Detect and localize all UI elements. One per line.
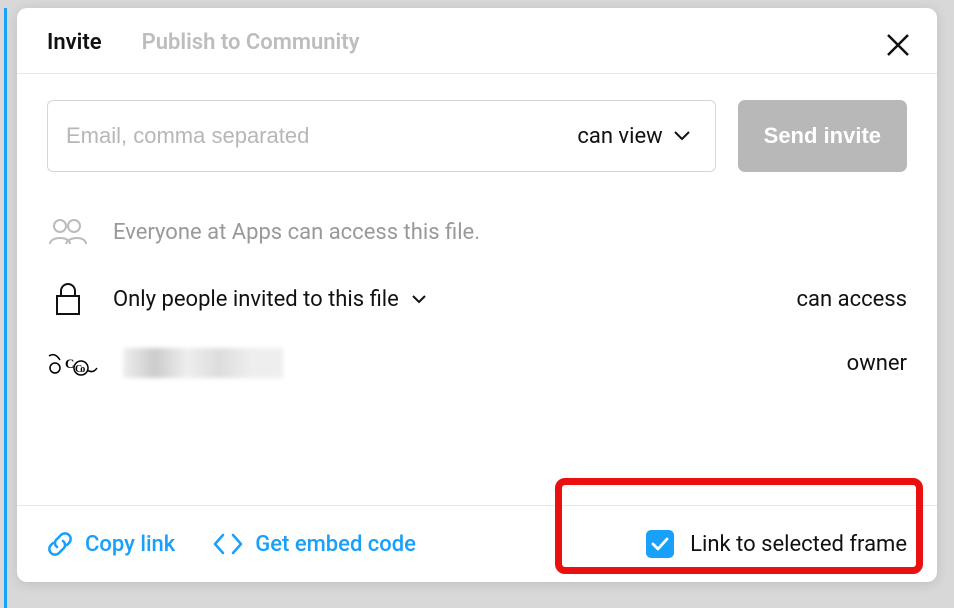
embed-label: Get embed code — [255, 532, 416, 557]
user-role: owner — [847, 351, 907, 376]
lock-icon — [54, 282, 82, 316]
tab-publish[interactable]: Publish to Community — [142, 30, 360, 55]
avatar: C Co — [47, 348, 99, 378]
scope-label: Only people invited to this file — [113, 287, 399, 312]
copy-link-label: Copy link — [85, 532, 175, 557]
permission-selected-label: can view — [577, 124, 662, 149]
scope-right-label: can access — [797, 287, 907, 312]
link-icon — [47, 531, 73, 557]
share-modal: Invite Publish to Community can view Sen… — [17, 8, 937, 582]
svg-text:Co: Co — [75, 364, 85, 375]
permission-select[interactable]: can view — [571, 124, 696, 149]
send-invite-button[interactable]: Send invite — [738, 100, 907, 172]
modal-tabs: Invite Publish to Community — [17, 8, 937, 74]
user-name — [123, 348, 283, 378]
modal-body: can view Send invite Everyone at Apps ca… — [17, 74, 937, 505]
scope-row: Only people invited to this file can acc… — [47, 264, 907, 334]
svg-text:C: C — [65, 356, 74, 371]
email-field-wrap: can view — [47, 100, 716, 172]
close-icon — [885, 32, 911, 58]
close-button[interactable] — [885, 32, 911, 62]
modal-footer: Copy link Get embed code Link to selecte… — [17, 505, 937, 582]
invite-row: can view Send invite — [47, 100, 907, 172]
access-section: Everyone at Apps can access this file. O… — [47, 200, 907, 392]
copy-link-button[interactable]: Copy link — [47, 531, 175, 557]
check-icon — [651, 537, 669, 551]
link-selected-checkbox[interactable] — [646, 530, 674, 558]
link-selected-frame: Link to selected frame — [646, 530, 907, 558]
link-selected-label: Link to selected frame — [690, 532, 907, 557]
tab-invite[interactable]: Invite — [47, 30, 102, 55]
org-access-row: Everyone at Apps can access this file. — [47, 200, 907, 264]
scope-select[interactable]: Only people invited to this file — [113, 287, 427, 312]
chevron-down-icon — [673, 130, 691, 142]
code-icon — [213, 533, 243, 555]
user-row: C Co owner — [47, 334, 907, 392]
org-access-text: Everyone at Apps can access this file. — [113, 220, 480, 245]
people-icon — [48, 218, 88, 246]
email-input[interactable] — [66, 123, 571, 149]
embed-button[interactable]: Get embed code — [213, 532, 416, 557]
chevron-down-icon — [411, 294, 427, 304]
